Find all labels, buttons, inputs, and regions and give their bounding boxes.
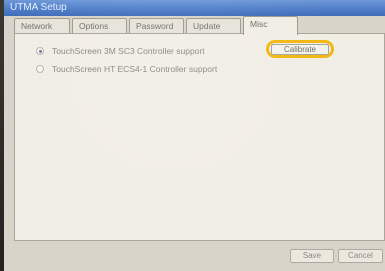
cancel-button-label: Cancel [348, 251, 373, 260]
tab-options[interactable]: Options [72, 18, 127, 34]
tab-misc-label: Misc [250, 19, 268, 29]
tab-update[interactable]: Update [186, 18, 241, 34]
tab-misc[interactable]: Misc [243, 16, 298, 35]
save-button-label: Save [302, 251, 322, 260]
tab-strip: Network Options Password Update Misc [14, 16, 354, 35]
save-button[interactable]: Save [290, 249, 334, 263]
option-3m-sc3[interactable]: TouchScreen 3M SC3 Controller support [36, 45, 205, 57]
calibrate-button[interactable]: Calibrate [271, 44, 329, 55]
option-ht-ecs4-label: TouchScreen HT ECS4-1 Controller support [52, 64, 218, 74]
tab-network-label: Network [21, 21, 53, 31]
tab-password-label: Password [136, 21, 174, 31]
window-titlebar: UTMA Setup [4, 0, 385, 16]
calibrate-button-label: Calibrate [283, 45, 316, 54]
tab-network[interactable]: Network [14, 18, 70, 34]
window-title: UTMA Setup [10, 2, 67, 13]
option-3m-sc3-label: TouchScreen 3M SC3 Controller support [52, 46, 205, 56]
cancel-button[interactable]: Cancel [338, 249, 383, 263]
tab-update-label: Update [193, 21, 221, 31]
tab-options-label: Options [79, 21, 109, 31]
option-ht-ecs4[interactable]: TouchScreen HT ECS4-1 Controller support [36, 63, 217, 75]
radio-unselected-icon[interactable] [36, 65, 44, 73]
tab-password[interactable]: Password [129, 18, 184, 34]
radio-selected-icon[interactable] [36, 47, 44, 55]
photo-background: UTMA Setup Network Options Password Upda… [0, 0, 385, 271]
setup-window: UTMA Setup Network Options Password Upda… [4, 0, 385, 271]
